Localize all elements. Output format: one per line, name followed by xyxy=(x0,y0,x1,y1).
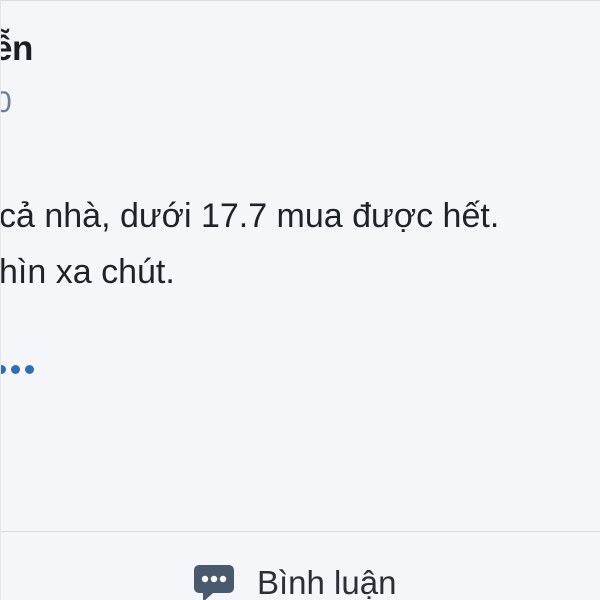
comment-button[interactable]: Bình luận xyxy=(193,562,396,600)
post-body-line: hìn xa chút. xyxy=(0,253,175,291)
dot xyxy=(25,365,34,374)
dot xyxy=(11,365,20,374)
comment-bubble-icon xyxy=(194,565,234,600)
author-name[interactable]: ễn xyxy=(1,29,33,69)
post-card: ễn 0 cả nhà, dưới 17.7 mua được hết. hìn… xyxy=(0,0,600,600)
comment-label: Bình luận xyxy=(257,564,397,600)
see-more-button[interactable] xyxy=(1,365,34,374)
post-body: cả nhà, dưới 17.7 mua được hết. hìn xa c… xyxy=(0,188,500,300)
post-meta: 0 xyxy=(1,86,12,120)
dot xyxy=(1,365,6,374)
divider xyxy=(1,531,600,532)
post-body-line: cả nhà, dưới 17.7 mua được hết. xyxy=(0,197,500,235)
